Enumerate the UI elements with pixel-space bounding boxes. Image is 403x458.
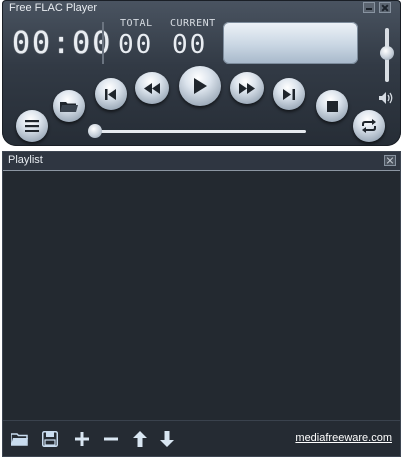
speaker-icon[interactable] — [378, 90, 396, 104]
display-divider — [102, 22, 104, 64]
previous-track-button[interactable] — [95, 78, 127, 110]
play-button[interactable] — [179, 66, 221, 106]
player-title: Free FLAC Player — [9, 2, 98, 14]
current-track-number: 00 — [172, 30, 208, 60]
seek-bar-track[interactable] — [94, 130, 306, 133]
save-icon — [42, 431, 58, 447]
menu-button[interactable] — [16, 110, 48, 142]
elapsed-time-display: 00:00 — [12, 26, 113, 61]
playlist-header: Playlist — [3, 152, 400, 171]
playlist-remove-button[interactable] — [102, 430, 120, 448]
website-link[interactable]: mediafreeware.com — [295, 432, 392, 444]
arrow-up-icon — [133, 431, 147, 447]
minimize-button[interactable] — [363, 2, 375, 13]
repeat-icon — [362, 119, 376, 133]
stop-icon — [326, 100, 338, 112]
playlist-track-list[interactable] — [3, 171, 400, 421]
playlist-save-button[interactable] — [41, 430, 59, 448]
current-label: CURRENT — [170, 18, 216, 29]
playlist-close-button[interactable] — [384, 155, 396, 166]
fast-forward-icon — [239, 82, 255, 94]
visualization-panel — [223, 22, 358, 64]
playlist-window: Playlist mediafreeware.com — [2, 151, 401, 457]
rewind-button[interactable] — [135, 72, 169, 104]
playlist-title: Playlist — [8, 154, 43, 166]
fast-forward-button[interactable] — [230, 72, 264, 104]
playlist-move-up-button[interactable] — [131, 430, 149, 448]
next-track-button[interactable] — [273, 78, 305, 110]
minus-icon — [104, 437, 118, 441]
arrow-down-icon — [160, 431, 174, 447]
app-root: Free FLAC Player 00:00 TOTAL CURRENT 00 … — [0, 0, 403, 458]
playlist-add-button[interactable] — [73, 430, 91, 448]
skip-back-icon — [105, 88, 116, 100]
skip-forward-icon — [283, 88, 295, 100]
hamburger-icon — [25, 120, 39, 132]
volume-slider-handle[interactable] — [380, 46, 394, 60]
seek-bar-handle[interactable] — [88, 124, 102, 138]
folder-icon — [11, 433, 28, 446]
play-icon — [194, 78, 207, 94]
repeat-button[interactable] — [353, 110, 385, 142]
playlist-move-down-button[interactable] — [158, 430, 176, 448]
open-file-button[interactable] — [53, 90, 85, 122]
close-button[interactable] — [379, 2, 391, 13]
rewind-icon — [144, 82, 160, 94]
total-label: TOTAL — [120, 18, 153, 29]
stop-button[interactable] — [316, 90, 348, 122]
player-window: Free FLAC Player 00:00 TOTAL CURRENT 00 … — [2, 0, 401, 146]
folder-icon — [60, 101, 78, 112]
plus-icon — [75, 432, 89, 446]
playlist-open-button[interactable] — [11, 430, 29, 448]
playlist-toolbar: mediafreeware.com — [3, 420, 400, 456]
total-track-count: 00 — [118, 30, 154, 60]
